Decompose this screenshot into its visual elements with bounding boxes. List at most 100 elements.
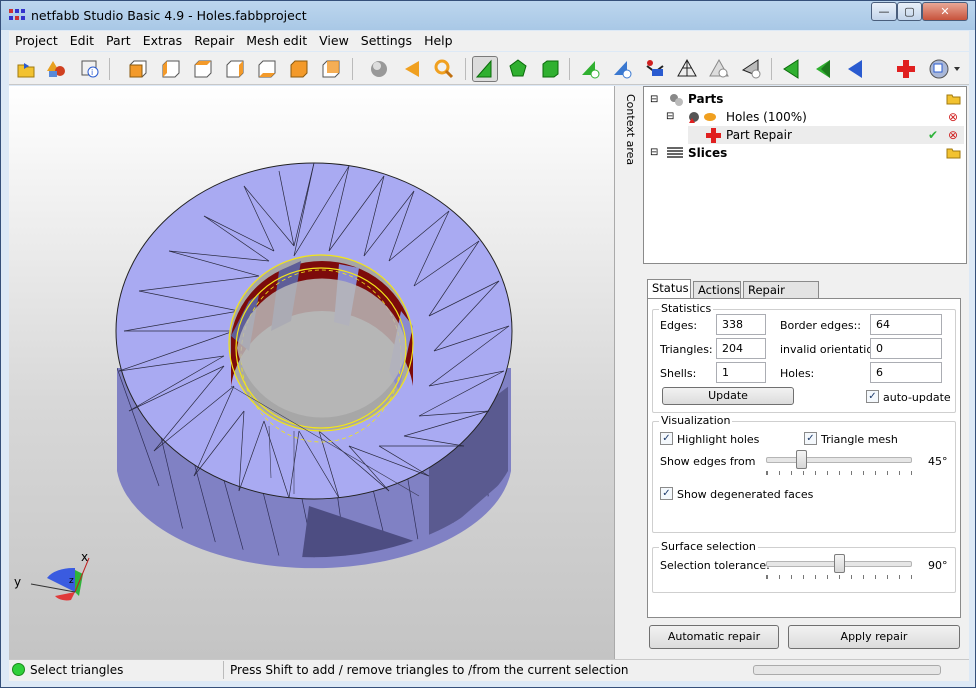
shading-icon[interactable] bbox=[366, 56, 392, 82]
3d-viewport[interactable]: x y z bbox=[9, 86, 614, 659]
mesh-icon[interactable] bbox=[674, 56, 700, 82]
auto-update-label: auto-update bbox=[883, 391, 951, 404]
close-button[interactable]: ✕ bbox=[922, 2, 968, 21]
maximize-button[interactable]: ▢ bbox=[897, 2, 922, 21]
progress-bar bbox=[753, 665, 941, 675]
repair-menu-icon[interactable] bbox=[927, 56, 963, 82]
show-edges-ticks bbox=[766, 471, 912, 475]
add-triangle-icon[interactable] bbox=[577, 56, 603, 82]
invalid-orientation-field: 0 bbox=[870, 338, 942, 359]
automatic-repair-button[interactable]: Automatic repair bbox=[649, 625, 779, 649]
view-left-icon[interactable] bbox=[190, 56, 216, 82]
auto-update-checkbox[interactable]: ✓ bbox=[866, 390, 879, 403]
view-front-icon[interactable] bbox=[125, 56, 151, 82]
open-icon[interactable] bbox=[13, 56, 39, 82]
svg-text:i: i bbox=[91, 68, 93, 77]
cut-triangles-icon[interactable] bbox=[642, 56, 668, 82]
tree-collapse-icon[interactable]: ⊟ bbox=[650, 144, 658, 162]
menu-project[interactable]: Project bbox=[9, 31, 64, 48]
flip-left-icon[interactable] bbox=[778, 56, 804, 82]
menu-repair[interactable]: Repair bbox=[188, 31, 240, 48]
menu-view[interactable]: View bbox=[313, 31, 355, 48]
tree-parts[interactable]: Parts bbox=[688, 90, 723, 108]
selection-tolerance-ticks bbox=[766, 575, 912, 579]
app-window: netfabb Studio Basic 4.9 - Holes.fabbpro… bbox=[0, 0, 976, 688]
border-edges-label: Border edges:: bbox=[780, 319, 862, 332]
holes-field: 6 bbox=[870, 362, 942, 383]
remove-repair-icon[interactable]: ⊗ bbox=[948, 126, 958, 144]
menu-settings[interactable]: Settings bbox=[355, 31, 418, 48]
flip-blue-icon[interactable] bbox=[842, 56, 868, 82]
select-triangles-icon[interactable] bbox=[472, 56, 498, 82]
tree-slices[interactable]: Slices bbox=[688, 144, 727, 162]
flip-right-icon[interactable] bbox=[810, 56, 836, 82]
statistics-title: Statistics bbox=[659, 302, 714, 315]
surface-selection-title: Surface selection bbox=[659, 540, 758, 553]
move-icon[interactable] bbox=[399, 56, 425, 82]
holes-label: Holes: bbox=[780, 367, 815, 380]
add-triangle-alt-icon[interactable] bbox=[609, 56, 635, 82]
invalid-orientation-label: invalid orientation: bbox=[780, 343, 884, 356]
context-area-label: Context area bbox=[624, 94, 637, 166]
tab-repair-scripts[interactable]: Repair scripts bbox=[743, 281, 819, 313]
status-indicator-icon bbox=[12, 663, 25, 676]
tab-strip: Status Actions Repair scripts bbox=[647, 279, 963, 313]
menu-bar: Project Edit Part Extras Repair Mesh edit View… bbox=[9, 31, 969, 51]
highlight-holes-checkbox[interactable]: ✓ bbox=[660, 432, 673, 445]
highlight-holes-label: Highlight holes bbox=[677, 433, 760, 446]
menu-part[interactable]: Part bbox=[100, 31, 137, 48]
tab-actions[interactable]: Actions bbox=[693, 281, 741, 299]
triangle-mesh-label: Triangle mesh bbox=[821, 433, 898, 446]
apply-repair-button[interactable]: Apply repair bbox=[788, 625, 960, 649]
remove-triangles-icon[interactable] bbox=[706, 56, 732, 82]
tree-collapse-icon[interactable]: ⊟ bbox=[650, 91, 658, 109]
edges-field: 338 bbox=[716, 314, 766, 335]
view-perspective-icon[interactable] bbox=[318, 56, 344, 82]
apply-check-icon[interactable]: ✔ bbox=[928, 126, 938, 144]
view-back-icon[interactable] bbox=[158, 56, 184, 82]
part-info-icon[interactable]: i bbox=[77, 56, 103, 82]
triangle-mesh-checkbox[interactable]: ✓ bbox=[804, 432, 817, 445]
remove-degenerated-icon[interactable] bbox=[738, 56, 764, 82]
zoom-icon[interactable] bbox=[431, 56, 457, 82]
context-area-tab[interactable]: Context area bbox=[620, 86, 641, 659]
add-part-icon[interactable] bbox=[43, 56, 69, 82]
repair-icon[interactable] bbox=[893, 56, 919, 82]
menu-edit[interactable]: Edit bbox=[64, 31, 100, 48]
tab-status[interactable]: Status bbox=[647, 279, 691, 300]
tree-part-repair[interactable]: Part Repair bbox=[726, 126, 792, 144]
select-surfaces-icon[interactable] bbox=[537, 56, 563, 82]
triangles-field: 204 bbox=[716, 338, 766, 359]
view-right-icon[interactable] bbox=[222, 56, 248, 82]
degenerated-faces-checkbox[interactable]: ✓ bbox=[660, 487, 673, 500]
remove-part-icon[interactable]: ⊗ bbox=[948, 108, 958, 126]
status-bar: Select triangles Press Shift to add / re… bbox=[9, 659, 969, 681]
shells-field: 1 bbox=[716, 362, 766, 383]
show-edges-slider[interactable] bbox=[766, 457, 912, 463]
show-edges-label: Show edges from bbox=[660, 455, 756, 468]
view-top-icon[interactable] bbox=[254, 56, 280, 82]
minimize-button[interactable]: — bbox=[871, 2, 897, 21]
show-edges-thumb[interactable] bbox=[795, 450, 807, 469]
select-shells-icon[interactable] bbox=[505, 56, 531, 82]
menu-mesh-edit[interactable]: Mesh edit bbox=[240, 31, 313, 48]
triangles-label: Triangles: bbox=[660, 343, 713, 356]
tree-collapse-icon[interactable]: ⊟ bbox=[666, 108, 674, 126]
border-edges-field: 64 bbox=[870, 314, 942, 335]
degenerated-faces-label: Show degenerated faces bbox=[677, 488, 814, 501]
update-button[interactable]: Update bbox=[662, 387, 794, 405]
menu-help[interactable]: Help bbox=[418, 31, 459, 48]
axis-x-label: x bbox=[81, 550, 89, 564]
selection-tolerance-label: Selection tolerance: bbox=[660, 559, 770, 572]
project-tree: ⊟ Parts ⊟ Holes (100%) ⊗ Part Repair ✔ ⊗… bbox=[643, 86, 967, 264]
edges-label: Edges: bbox=[660, 319, 698, 332]
status-hint: Press Shift to add / remove triangles to… bbox=[230, 663, 629, 677]
axis-y-label: y bbox=[14, 575, 22, 589]
menu-extras[interactable]: Extras bbox=[137, 31, 189, 48]
tree-holes[interactable]: Holes (100%) bbox=[726, 108, 807, 126]
selection-tolerance-value: 90° bbox=[928, 559, 948, 572]
folder-open-icon[interactable] bbox=[946, 146, 962, 164]
visualization-title: Visualization bbox=[659, 414, 733, 427]
view-bottom-icon[interactable] bbox=[286, 56, 312, 82]
selection-tolerance-thumb[interactable] bbox=[833, 554, 845, 573]
